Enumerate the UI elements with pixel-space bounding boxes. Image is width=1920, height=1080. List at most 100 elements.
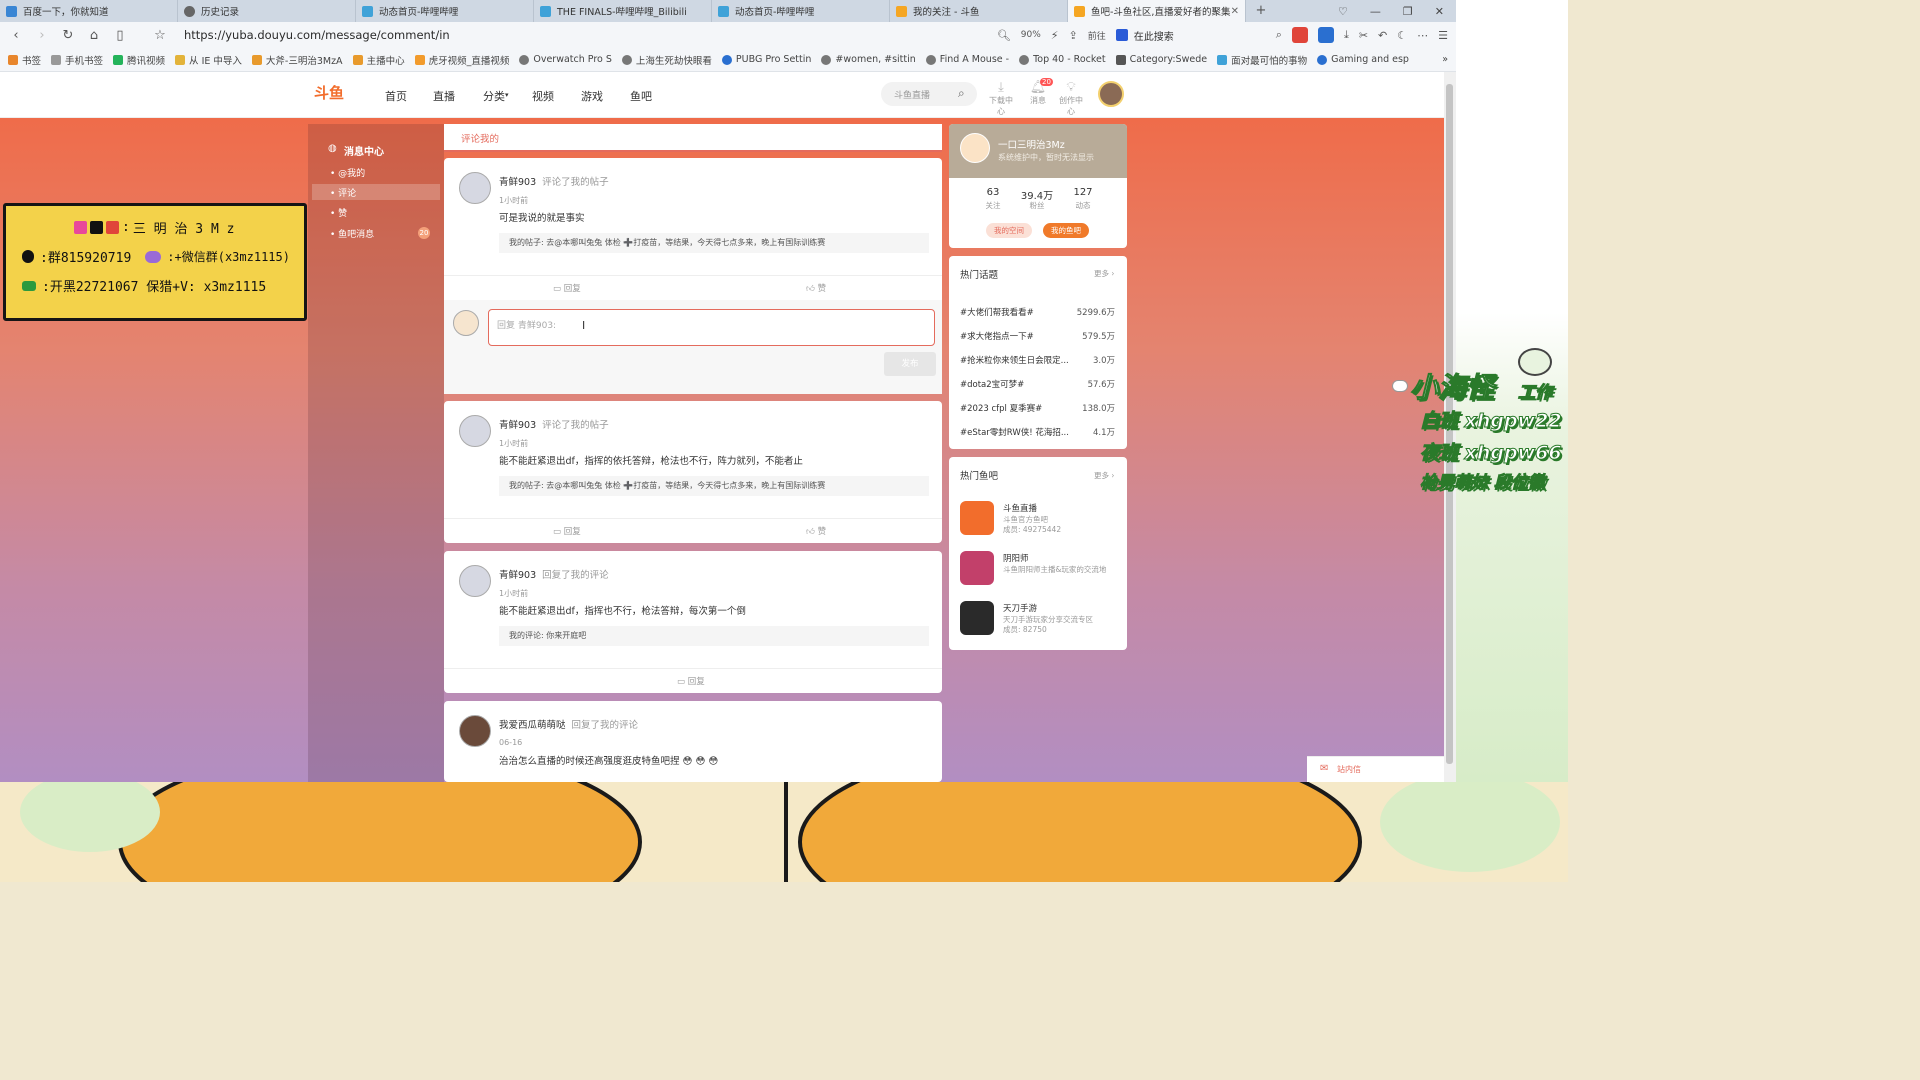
goto-button[interactable]: 前往 — [1088, 29, 1106, 42]
send-button[interactable]: 发布 — [884, 352, 936, 376]
avatar[interactable] — [459, 565, 491, 597]
yuba-name[interactable]: 斗鱼直播 — [1003, 502, 1037, 514]
avatar[interactable] — [459, 715, 491, 747]
close-tab-icon[interactable]: ✕ — [1231, 6, 1239, 17]
browser-tab[interactable]: THE FINALS-哔哩哔哩_Bilibili — [534, 0, 712, 22]
yuba-logo[interactable] — [960, 601, 994, 635]
restore-icon[interactable]: ❐ — [1403, 5, 1413, 18]
reload-icon[interactable]: ↻ — [60, 28, 76, 43]
zoom-level[interactable]: 90% — [1021, 30, 1041, 40]
browser-tab[interactable]: 动态首页-哔哩哔哩 — [356, 0, 534, 22]
bookmark-item[interactable]: 腾讯视频 — [113, 53, 165, 67]
search-engine-icon[interactable] — [1115, 29, 1128, 41]
browser-search[interactable]: 在此搜索 — [1115, 28, 1266, 43]
more-topics-link[interactable]: 更多 › — [1094, 268, 1114, 279]
more-bookmarks-icon[interactable]: » — [1442, 54, 1448, 65]
comment-username[interactable]: 我爱西瓜萌萌哒 — [499, 720, 566, 731]
bookmark-item[interactable]: Category:Swede — [1115, 54, 1207, 65]
yuba-logo[interactable] — [960, 551, 994, 585]
menu-icon[interactable]: ☰ — [1438, 29, 1448, 42]
leftnav-item-like[interactable]: • 赞 — [330, 206, 347, 219]
reply-button[interactable]: ▭ 回复 — [553, 282, 581, 294]
leftnav-item-at[interactable]: • @我的 — [330, 166, 365, 179]
leftnav-item-comment[interactable]: • 评论 — [330, 186, 356, 199]
bookmark-item[interactable]: PUBG Pro Settin — [721, 54, 811, 65]
back-icon[interactable]: ‹ — [8, 28, 24, 43]
reply-input[interactable]: 回复 青鲜903: — [488, 309, 935, 346]
browser-tab[interactable]: 历史记录 — [178, 0, 356, 22]
search-icon[interactable]: ⌕ — [958, 86, 965, 101]
topic-item[interactable]: #2023 cfpl 夏季赛# 138.0万 — [960, 402, 1115, 414]
like-button[interactable]: 👍︎ 赞 — [806, 282, 826, 294]
close-window-icon[interactable]: ✕ — [1435, 5, 1444, 18]
bookmark-item[interactable]: 手机书签 — [51, 53, 103, 67]
bookmark-item[interactable]: Find A Mouse - — [925, 54, 1009, 65]
browser-tab[interactable]: 动态首页-哔哩哔哩 — [712, 0, 890, 22]
browser-tab[interactable]: 百度一下，你就知道 — [0, 0, 178, 22]
forward-icon[interactable]: › — [34, 28, 50, 43]
bookmark-item[interactable]: 书签 — [8, 53, 41, 67]
bookmark-item[interactable]: 面对最可怕的事物 — [1217, 53, 1307, 67]
comment-username[interactable]: 青鲜903 — [499, 420, 536, 431]
night-mode-icon[interactable]: ☾ — [1397, 29, 1407, 42]
nav-live[interactable]: 直播 — [433, 88, 455, 104]
topic-item[interactable]: #dota2宝可梦# 57.6万 — [960, 378, 1115, 390]
creator-center[interactable]: 💡︎ 创作中心 — [1056, 80, 1086, 117]
user-avatar[interactable] — [1098, 81, 1124, 107]
nav-game[interactable]: 游戏 — [581, 88, 603, 104]
yuba-name[interactable]: 天刀手游 — [1003, 602, 1037, 614]
nav-home[interactable]: 首页 — [385, 88, 407, 104]
topic-item[interactable]: #大佬们帮我看看# 5299.6万 — [960, 306, 1115, 318]
topic-item[interactable]: #eStar零封RW侠! 花海招... 4.1万 — [960, 426, 1115, 438]
bookmark-star-icon[interactable]: ☆ — [152, 28, 168, 43]
nav-yuba[interactable]: 鱼吧 — [630, 88, 652, 104]
leftnav-item-yuba[interactable]: • 鱼吧消息 — [330, 227, 374, 240]
download-icon[interactable]: ⤓ — [1344, 28, 1349, 42]
more-yuba-link[interactable]: 更多 › — [1094, 470, 1114, 481]
comment-quote[interactable]: 我的评论: 你来开庭吧 — [499, 626, 929, 646]
reader-icon[interactable]: ▯ — [112, 28, 128, 43]
favorites-icon[interactable]: ♡ — [1338, 5, 1348, 18]
comment-username[interactable]: 青鲜903 — [499, 570, 536, 581]
bookmark-item[interactable]: 从 IE 中导入 — [175, 53, 242, 67]
comment-username[interactable]: 青鲜903 — [499, 177, 536, 188]
translate-icon[interactable] — [1291, 27, 1308, 43]
browser-tab-active[interactable]: 鱼吧-斗鱼社区,直播爱好者的聚集 ✕ — [1068, 0, 1246, 22]
my-yuba-button[interactable]: 我的鱼吧 — [1043, 223, 1089, 238]
more-icon[interactable]: ⋯ — [1417, 29, 1428, 42]
like-button[interactable]: 👍︎ 赞 — [806, 525, 826, 537]
profile-name[interactable]: 一口三明治3Mz — [998, 137, 1065, 151]
posts-count[interactable]: 127 — [1063, 187, 1103, 198]
bookmark-item[interactable]: Top 40 - Rocket — [1019, 54, 1106, 65]
yuba-name[interactable]: 阴阳师 — [1003, 552, 1029, 564]
nav-video[interactable]: 视频 — [532, 88, 554, 104]
profile-avatar[interactable] — [960, 133, 990, 163]
extension-icon[interactable] — [1317, 27, 1334, 43]
address-bar[interactable]: https://yuba.douyu.com/message/comment/i… — [184, 28, 987, 42]
bookmark-item[interactable]: 主播中心 — [352, 53, 405, 67]
share-icon[interactable]: ⇪ — [1069, 29, 1078, 42]
bookmark-item[interactable]: 大斧-三明治3MzA — [251, 53, 343, 67]
browser-tab[interactable]: 我的关注 - 斗鱼 — [890, 0, 1068, 22]
topic-item[interactable]: #抢米粒你来领生日会限定... 3.0万 — [960, 354, 1115, 366]
nav-category[interactable]: 分类 — [483, 88, 505, 104]
bookmark-item[interactable]: 上海生死劫快眼看 — [621, 53, 712, 67]
following-count[interactable]: 63 — [973, 187, 1013, 198]
tab-comments-to-me[interactable]: 评论我的 — [461, 131, 499, 145]
comment-quote[interactable]: 我的帖子: 去@本哪叫兔兔 体检 ➕打疫苗，等结果，今天得七点多来，晚上有国际训… — [499, 233, 929, 253]
avatar[interactable] — [459, 415, 491, 447]
reply-button[interactable]: ▭ 回复 — [553, 525, 581, 537]
topic-item[interactable]: #求大佬指点一下# 579.5万 — [960, 330, 1115, 342]
reply-button[interactable]: ▭ 回复 — [677, 675, 705, 687]
comment-quote[interactable]: 我的帖子: 去@本哪叫兔兔 体检 ➕打疫苗，等结果，今天得七点多来，晚上有国际训… — [499, 476, 929, 496]
bookmark-item[interactable]: 虎牙视频_直播视频 — [414, 53, 509, 67]
my-space-button[interactable]: 我的空间 — [986, 223, 1032, 238]
bookmark-item[interactable]: Gaming and esp — [1317, 54, 1409, 65]
undo-icon[interactable]: ↶ — [1378, 29, 1387, 42]
avatar[interactable] — [459, 172, 491, 204]
scissors-icon[interactable]: ✂ — [1359, 29, 1368, 42]
search-icon[interactable]: ⌕ — [1276, 28, 1282, 42]
yuba-logo[interactable] — [960, 501, 994, 535]
bookmark-item[interactable]: Overwatch Pro S — [519, 54, 612, 65]
download-center[interactable]: ⤓ 下载中心 — [986, 80, 1016, 117]
